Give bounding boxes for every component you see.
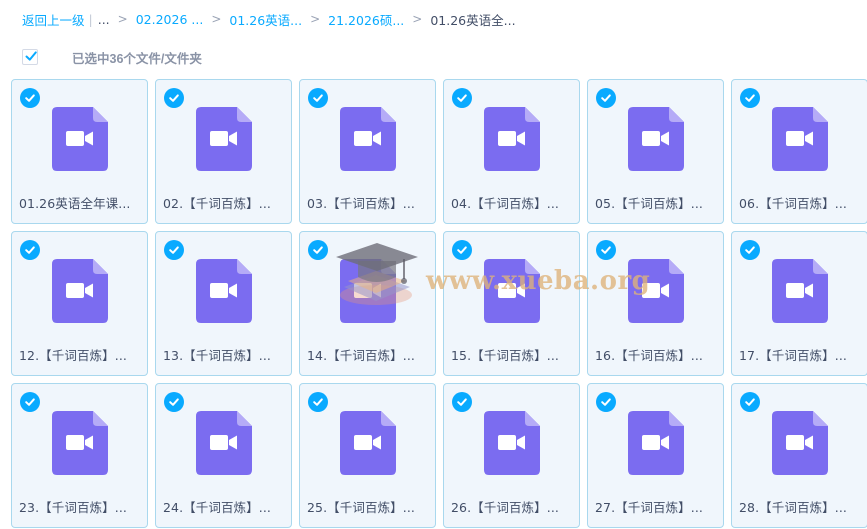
file-name: 13.【千词百炼】...: [163, 348, 271, 363]
video-file-icon: [772, 411, 828, 475]
breadcrumb-ellipsis[interactable]: ...: [98, 12, 110, 27]
file-card[interactable]: 26.【千词百炼】...: [443, 383, 580, 528]
file-card[interactable]: 06.【千词百炼】...: [731, 79, 867, 224]
video-file-icon: [52, 259, 108, 323]
video-file-icon: [52, 411, 108, 475]
video-file-icon: [340, 411, 396, 475]
file-card[interactable]: 04.【千词百炼】...: [443, 79, 580, 224]
file-card[interactable]: 16.【千词百炼】...: [587, 231, 724, 376]
file-grid: 01.26英语全年课... 02.【千词百炼】... 03.【千词百炼】... 04.…: [11, 79, 867, 528]
selected-check-icon[interactable]: [20, 240, 40, 260]
chevron-right-icon: >: [211, 12, 222, 26]
selected-check-icon[interactable]: [164, 88, 184, 108]
file-name: 05.【千词百炼】...: [595, 196, 703, 211]
selected-check-icon[interactable]: [20, 88, 40, 108]
video-file-icon: [196, 411, 252, 475]
file-name: 14.【千词百炼】...: [307, 348, 415, 363]
checkmark-icon: [25, 51, 37, 61]
video-file-icon: [52, 107, 108, 171]
file-name: 26.【千词百炼】...: [451, 500, 559, 515]
video-file-icon: [772, 259, 828, 323]
file-card[interactable]: 02.【千词百炼】...: [155, 79, 292, 224]
file-card[interactable]: 28.【千词百炼】...: [731, 383, 867, 528]
selected-check-icon[interactable]: [308, 88, 328, 108]
file-card[interactable]: 03.【千词百炼】...: [299, 79, 436, 224]
video-file-icon: [340, 259, 396, 323]
video-file-icon: [628, 259, 684, 323]
file-name: 23.【千词百炼】...: [19, 500, 127, 515]
file-card[interactable]: 27.【千词百炼】...: [587, 383, 724, 528]
video-file-icon: [772, 107, 828, 171]
file-name: 06.【千词百炼】...: [739, 196, 847, 211]
video-file-icon: [628, 411, 684, 475]
file-card[interactable]: 25.【千词百炼】...: [299, 383, 436, 528]
file-name: 01.26英语全年课...: [19, 196, 131, 211]
selected-check-icon[interactable]: [740, 88, 760, 108]
chevron-right-icon: >: [117, 12, 128, 26]
chevron-right-icon: >: [412, 12, 423, 26]
selection-count-label: 已选中36个文件/文件夹: [72, 51, 202, 66]
file-name: 17.【千词百炼】...: [739, 348, 847, 363]
file-card[interactable]: 24.【千词百炼】...: [155, 383, 292, 528]
file-card[interactable]: 12.【千词百炼】...: [11, 231, 148, 376]
breadcrumb: 返回上一级 | ... > 02.2026 ... > 01.26英语... >…: [22, 9, 516, 29]
file-card[interactable]: 01.26英语全年课...: [11, 79, 148, 224]
video-file-icon: [628, 107, 684, 171]
video-file-icon: [196, 259, 252, 323]
file-browser: 返回上一级 | ... > 02.2026 ... > 01.26英语... >…: [0, 0, 867, 529]
video-file-icon: [484, 107, 540, 171]
video-file-icon: [484, 259, 540, 323]
selected-check-icon[interactable]: [452, 392, 472, 412]
selected-check-icon[interactable]: [452, 240, 472, 260]
file-name: 12.【千词百炼】...: [19, 348, 127, 363]
selected-check-icon[interactable]: [740, 240, 760, 260]
file-name: 03.【千词百炼】...: [307, 196, 415, 211]
selected-check-icon[interactable]: [164, 240, 184, 260]
selection-bar: 已选中36个文件/文件夹: [22, 48, 202, 66]
breadcrumb-item[interactable]: 21.2026硕...: [328, 10, 404, 29]
file-card[interactable]: 05.【千词百炼】...: [587, 79, 724, 224]
file-card[interactable]: 17.【千词百炼】...: [731, 231, 867, 376]
selected-check-icon[interactable]: [308, 392, 328, 412]
file-name: 25.【千词百炼】...: [307, 500, 415, 515]
selected-check-icon[interactable]: [740, 392, 760, 412]
file-card[interactable]: 13.【千词百炼】...: [155, 231, 292, 376]
file-name: 15.【千词百炼】...: [451, 348, 559, 363]
back-link[interactable]: 返回上一级: [22, 10, 85, 29]
file-card[interactable]: 15.【千词百炼】...: [443, 231, 580, 376]
file-name: 28.【千词百炼】...: [739, 500, 847, 515]
video-file-icon: [340, 107, 396, 171]
breadcrumb-current: 01.26英语全...: [430, 12, 516, 28]
file-name: 16.【千词百炼】...: [595, 348, 703, 363]
file-name: 02.【千词百炼】...: [163, 196, 271, 211]
breadcrumb-divider: |: [88, 11, 93, 27]
selected-check-icon[interactable]: [596, 392, 616, 412]
file-name: 04.【千词百炼】...: [451, 196, 559, 211]
select-all-checkbox[interactable]: [22, 49, 38, 65]
breadcrumb-item[interactable]: 01.26英语...: [229, 10, 302, 29]
selected-check-icon[interactable]: [164, 392, 184, 412]
breadcrumb-item[interactable]: 02.2026 ...: [136, 12, 204, 27]
selected-check-icon[interactable]: [20, 392, 40, 412]
selected-check-icon[interactable]: [452, 88, 472, 108]
video-file-icon: [196, 107, 252, 171]
file-name: 24.【千词百炼】...: [163, 500, 271, 515]
selected-check-icon[interactable]: [308, 240, 328, 260]
chevron-right-icon: >: [310, 12, 321, 26]
file-name: 27.【千词百炼】...: [595, 500, 703, 515]
file-card[interactable]: 23.【千词百炼】...: [11, 383, 148, 528]
selected-check-icon[interactable]: [596, 240, 616, 260]
file-card[interactable]: 14.【千词百炼】...: [299, 231, 436, 376]
selected-check-icon[interactable]: [596, 88, 616, 108]
video-file-icon: [484, 411, 540, 475]
